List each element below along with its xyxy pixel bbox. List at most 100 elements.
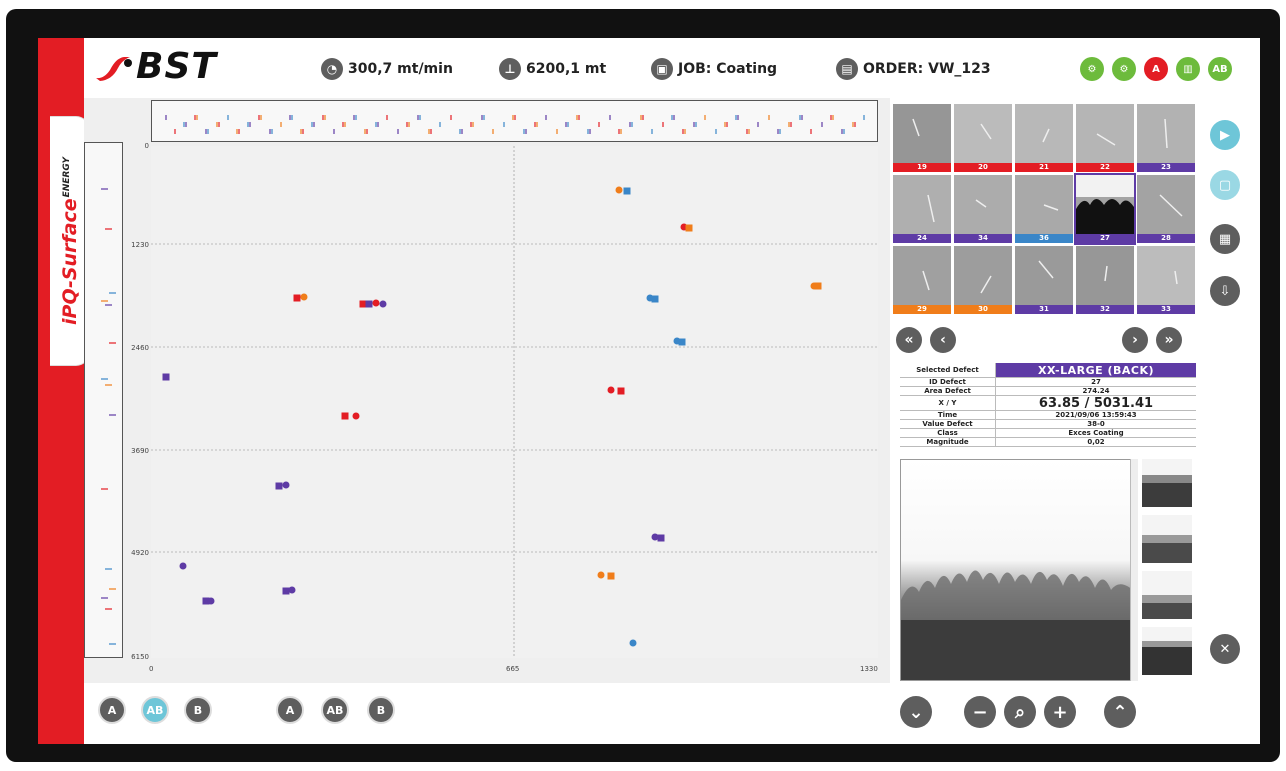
defect-marker bbox=[293, 294, 301, 302]
preview-side-thumb-2[interactable] bbox=[1142, 515, 1192, 563]
defect-thumbnail-label: 23 bbox=[1137, 163, 1195, 172]
scroll-down-button[interactable]: ⌄ bbox=[900, 696, 932, 728]
zoom-in-button[interactable]: + bbox=[1044, 696, 1076, 728]
defect-marker bbox=[288, 586, 296, 594]
defect-marker bbox=[372, 299, 380, 307]
speed-readout: ◔ 300,7 mt/min bbox=[321, 58, 453, 80]
preview-side-thumb-3[interactable] bbox=[1142, 571, 1192, 619]
previous-page-button[interactable]: ‹ bbox=[930, 327, 956, 353]
defect-thumbnail[interactable]: 29 bbox=[893, 246, 951, 314]
defect-thumbnail[interactable]: 28 bbox=[1137, 175, 1195, 243]
defect-thumbnail[interactable]: 21 bbox=[1015, 104, 1073, 172]
defect-thumbnail-label: 36 bbox=[1015, 234, 1073, 243]
defect-marker bbox=[359, 300, 367, 308]
defect-thumbnail-image bbox=[1076, 175, 1134, 234]
ab-layout-button[interactable]: AB bbox=[1208, 57, 1232, 81]
defect-thumbnail[interactable]: 30 bbox=[954, 246, 1012, 314]
logo-text: BST bbox=[136, 46, 217, 87]
defect-marker bbox=[685, 224, 693, 232]
zoom-out-button[interactable]: − bbox=[964, 696, 996, 728]
side-b-toggle[interactable]: B bbox=[184, 696, 212, 724]
app-screen: iPQ-SurfaceENERGY BST ◔ 300,7 mt/min ⊥ 6… bbox=[38, 38, 1260, 744]
side-b-status-button[interactable]: ⚙ bbox=[1112, 57, 1136, 81]
order-value: ORDER: VW_123 bbox=[863, 61, 991, 77]
chevron-up-icon: ⌃ bbox=[1112, 701, 1128, 723]
scroll-up-button[interactable]: ⌃ bbox=[1104, 696, 1136, 728]
defect-marker bbox=[629, 639, 637, 647]
defect-thumbnail[interactable]: 33 bbox=[1137, 246, 1195, 314]
defect-thumbnail[interactable]: 22 bbox=[1076, 104, 1134, 172]
view-ab-button[interactable]: AB bbox=[321, 696, 349, 724]
defect-thumbnail[interactable]: 27 bbox=[1074, 173, 1136, 245]
defect-marker bbox=[657, 534, 665, 542]
defect-thumbnail-image bbox=[1137, 104, 1195, 163]
side-a-status-button[interactable]: ⚙ bbox=[1080, 57, 1104, 81]
defect-size-badge: XX-LARGE (BACK) bbox=[996, 363, 1196, 377]
speed-value: 300,7 mt/min bbox=[348, 61, 453, 77]
calendar-button[interactable]: ▦ bbox=[1210, 224, 1240, 254]
defect-thumbnail-label: 19 bbox=[893, 163, 951, 172]
magnifier-icon: ⌕ bbox=[1014, 701, 1026, 723]
defect-thumbnail[interactable]: 19 bbox=[893, 104, 951, 172]
defect-marker bbox=[814, 282, 822, 290]
defect-map[interactable] bbox=[151, 146, 878, 658]
defect-marker bbox=[275, 482, 283, 490]
export-button[interactable]: ⇩ bbox=[1210, 276, 1240, 306]
next-page-button[interactable]: › bbox=[1122, 327, 1148, 353]
y-tick-4: 4920 bbox=[131, 549, 149, 557]
order-icon: ▤ bbox=[836, 58, 858, 80]
file-download-icon: ⇩ bbox=[1219, 283, 1231, 299]
chevron-down-icon: ⌄ bbox=[908, 701, 924, 723]
defect-marker bbox=[678, 338, 686, 346]
preview-graphic bbox=[901, 460, 1137, 680]
preview-scrollbar[interactable] bbox=[1130, 459, 1138, 681]
defect-thumbnail[interactable]: 23 bbox=[1137, 104, 1195, 172]
defect-thumbnail-image bbox=[954, 175, 1012, 234]
defect-marker bbox=[607, 572, 615, 580]
alarm-a-button[interactable]: A bbox=[1144, 57, 1168, 81]
settings-tools-button[interactable]: ✕ bbox=[1210, 634, 1240, 664]
job-readout: ▣ JOB: Coating bbox=[651, 58, 777, 80]
screen-button[interactable]: ▢ bbox=[1210, 170, 1240, 200]
y-tick-3: 3690 bbox=[131, 447, 149, 455]
view-b-button[interactable]: B bbox=[367, 696, 395, 724]
length-strip[interactable] bbox=[84, 142, 123, 658]
defect-marker bbox=[623, 187, 631, 195]
plus-icon: + bbox=[1052, 701, 1068, 723]
defect-map-plot bbox=[151, 146, 878, 658]
defect-thumbnail[interactable]: 20 bbox=[954, 104, 1012, 172]
defect-thumbnail-label: 31 bbox=[1015, 305, 1073, 314]
calendar-icon: ▦ bbox=[1218, 231, 1232, 247]
y-tick-1: 1230 bbox=[131, 241, 149, 249]
defect-thumbnail[interactable]: 36 bbox=[1015, 175, 1073, 243]
layout-button[interactable]: ▥ bbox=[1176, 57, 1200, 81]
defect-thumbnail-image bbox=[893, 246, 951, 305]
play-button[interactable]: ▶ bbox=[1210, 120, 1240, 150]
defect-thumbnail-label: 21 bbox=[1015, 163, 1073, 172]
ruler-icon: ⊥ bbox=[499, 58, 521, 80]
y-tick-5: 6150 bbox=[131, 653, 149, 661]
defect-thumbnail[interactable]: 24 bbox=[893, 175, 951, 243]
selected-defect-row: Selected Defect XX-LARGE (BACK) bbox=[900, 363, 1196, 378]
defect-thumbnail[interactable]: 31 bbox=[1015, 246, 1073, 314]
defect-thumbnail-image bbox=[1076, 246, 1134, 305]
double-chevron-right-icon: » bbox=[1164, 332, 1174, 348]
zoom-reset-button[interactable]: ⌕ bbox=[1004, 696, 1036, 728]
side-a-toggle[interactable]: A bbox=[98, 696, 126, 724]
defect-marker bbox=[615, 186, 623, 194]
preview-side-thumb-1[interactable] bbox=[1142, 459, 1192, 507]
last-page-button[interactable]: » bbox=[1156, 327, 1182, 353]
defect-thumbnail[interactable]: 34 bbox=[954, 175, 1012, 243]
xy-row: X / Y 63.85 / 5031.41 bbox=[900, 396, 1196, 411]
defect-thumbnail[interactable]: 32 bbox=[1076, 246, 1134, 314]
length-value: 6200,1 mt bbox=[526, 61, 607, 77]
area-row: Area Defect 274.24 bbox=[900, 387, 1196, 396]
defect-preview-image[interactable] bbox=[900, 459, 1138, 681]
side-ab-toggle[interactable]: AB bbox=[141, 696, 169, 724]
view-a-button[interactable]: A bbox=[276, 696, 304, 724]
first-page-button[interactable]: « bbox=[896, 327, 922, 353]
preview-side-thumb-4[interactable] bbox=[1142, 627, 1192, 675]
defect-marker bbox=[365, 300, 373, 308]
defect-marker bbox=[379, 300, 387, 308]
overview-strip[interactable] bbox=[151, 100, 878, 142]
